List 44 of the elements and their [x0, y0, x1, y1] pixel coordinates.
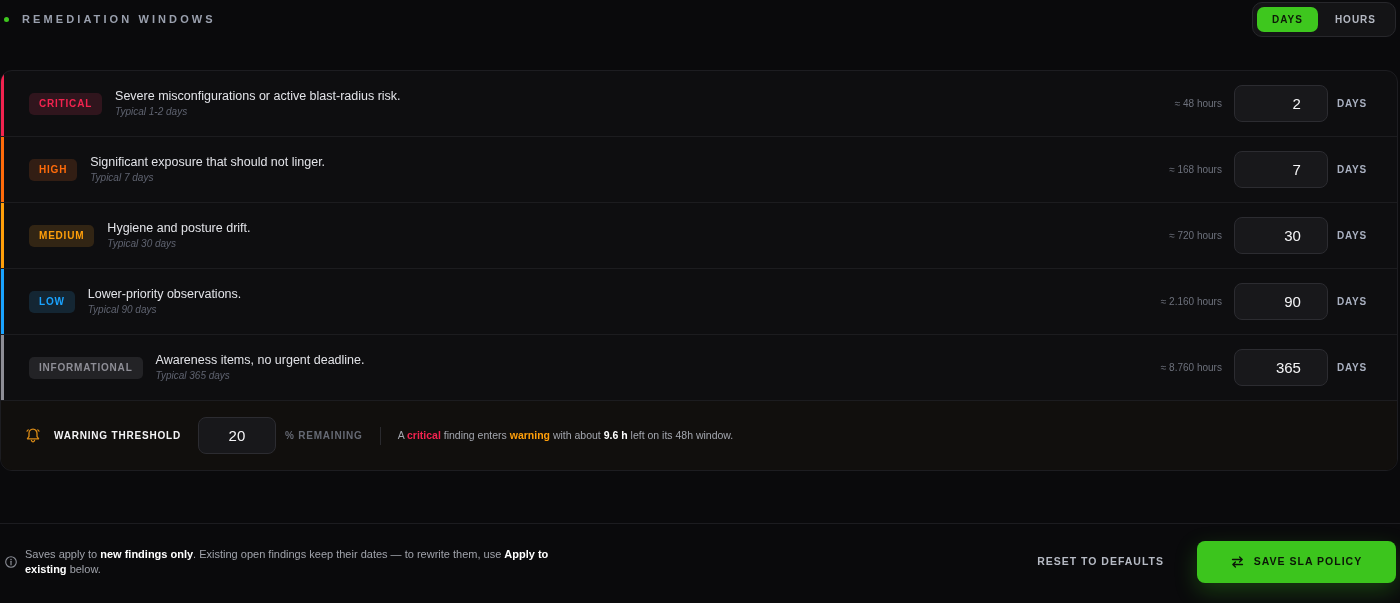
days-input[interactable]: 365: [1233, 349, 1328, 386]
severity-tag: MEDIUM: [29, 224, 95, 247]
severity-description: Lower-priority observations.: [87, 286, 242, 302]
unit-label: DAYS: [1336, 229, 1367, 243]
unit-label: DAYS: [1336, 295, 1367, 309]
hours-estimate: ≈ 48 hours: [1174, 97, 1222, 111]
bell-icon: [26, 428, 40, 443]
days-input[interactable]: 2: [1233, 85, 1328, 122]
days-input[interactable]: 30: [1233, 217, 1328, 254]
severity-description: Severe misconfigurations or active blast-radius risk.: [115, 88, 401, 104]
threshold-input[interactable]: 20: [197, 417, 276, 454]
percent-remaining-label: % REMAINING: [284, 429, 363, 443]
unit-label: DAYS: [1336, 361, 1367, 375]
hours-estimate: ≈ 2.160 hours: [1160, 295, 1222, 309]
typical-window-text: Typical 30 days: [107, 237, 178, 251]
severity-description: Significant exposure that should not linger.: [90, 154, 326, 170]
unit-label: DAYS: [1336, 163, 1367, 177]
severity-tag: HIGH: [29, 158, 78, 181]
typical-window-text: Typical 7 days: [90, 171, 155, 185]
severity-tag: LOW: [29, 290, 75, 313]
days-input[interactable]: 7: [1233, 151, 1328, 188]
severity-tag: CRITICAL: [29, 92, 103, 115]
days-input[interactable]: 90: [1233, 283, 1328, 320]
severity-description: Hygiene and posture drift.: [107, 220, 251, 236]
status-dot-icon: [4, 17, 9, 22]
info-icon: [5, 556, 17, 568]
save-note: Saves apply to new findings only. Existing open findings keep their dates — to rewrite them, use Apply to existing below.: [25, 547, 550, 577]
hours-estimate: ≈ 8.760 hours: [1160, 361, 1222, 375]
swap-arrows-icon: [1230, 556, 1244, 568]
unit-toggle-option[interactable]: HOURS: [1319, 7, 1391, 32]
typical-window-text: Typical 365 days: [155, 369, 231, 383]
typical-window-text: Typical 1-2 days: [115, 105, 189, 119]
unit-toggle-option[interactable]: DAYS: [1257, 7, 1318, 32]
save-policy-button[interactable]: SAVE SLA POLICY: [1197, 541, 1396, 583]
warning-explanation: A critical finding enters warning with about 9.6 h left on its 48h window.: [397, 427, 734, 443]
hours-estimate: ≈ 720 hours: [1169, 229, 1222, 243]
reset-defaults-button[interactable]: RESET TO DEFAULTS: [1037, 554, 1164, 570]
hours-estimate: ≈ 168 hours: [1169, 163, 1222, 177]
unit-label: DAYS: [1336, 97, 1367, 111]
typical-window-text: Typical 90 days: [87, 303, 158, 317]
severity-description: Awareness items, no urgent deadline.: [155, 352, 365, 368]
section-title: REMEDIATION WINDOWS: [22, 12, 216, 28]
severity-tag: INFORMATIONAL: [29, 356, 143, 379]
threshold-label: WARNING THRESHOLD: [54, 429, 181, 443]
